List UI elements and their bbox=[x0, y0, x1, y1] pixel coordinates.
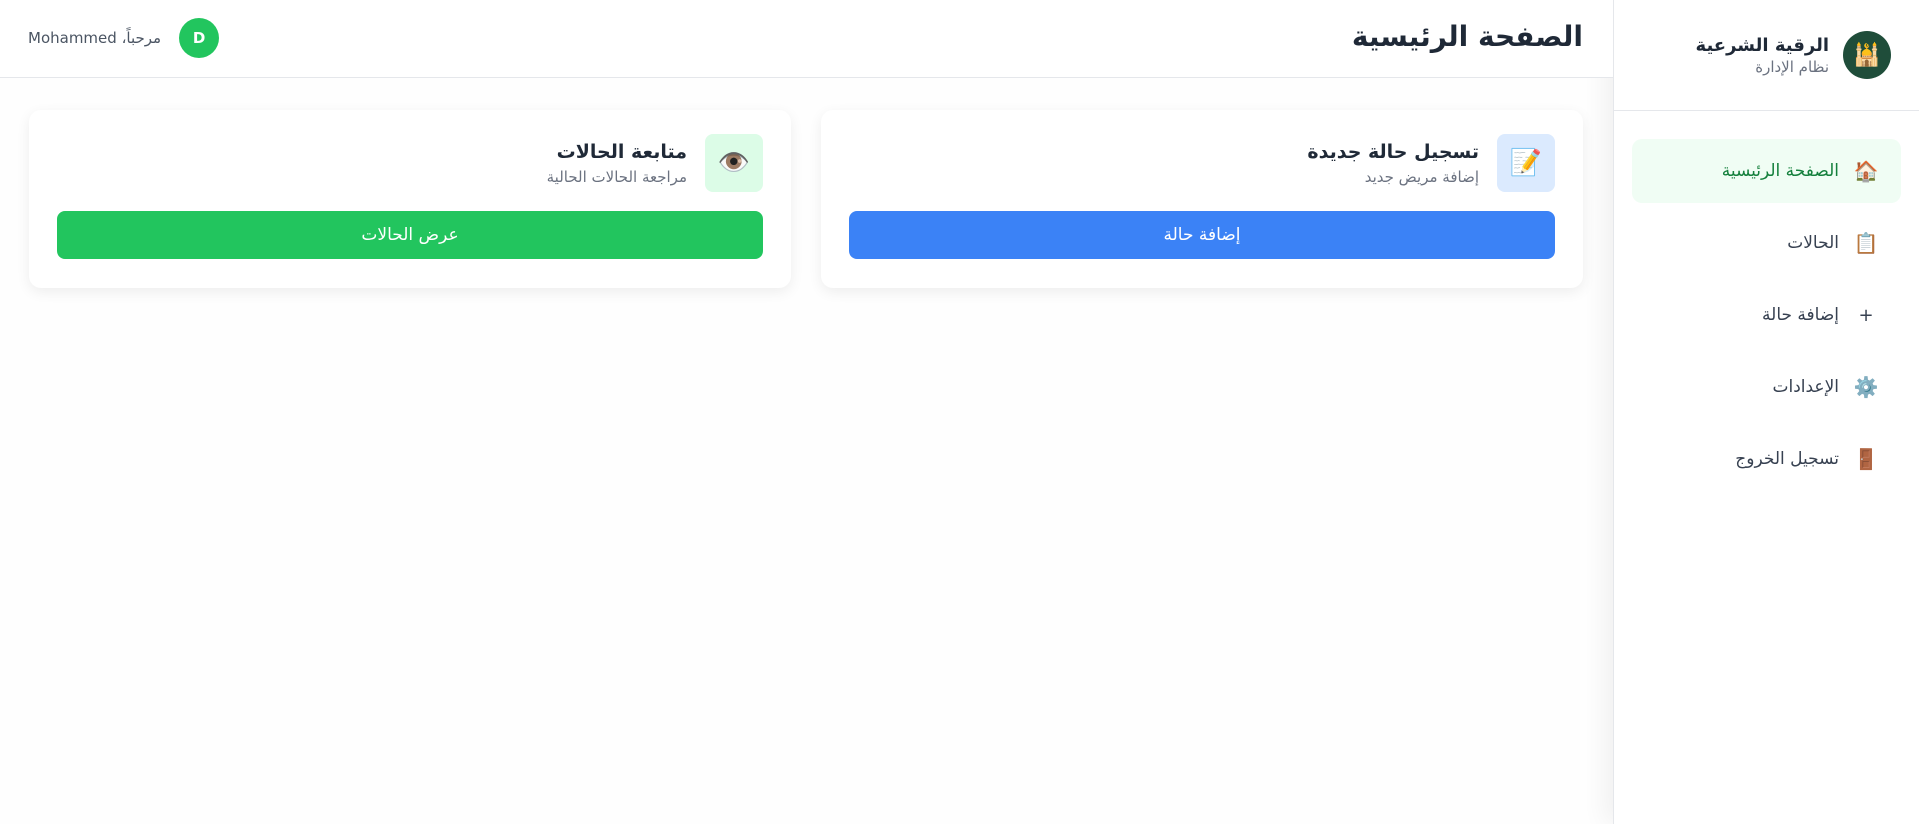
sidebar-item-label: الإعدادات bbox=[1772, 377, 1839, 397]
dashboard-cards: 📝 تسجيل حالة جديدة إضافة مريض جديد إضافة… bbox=[29, 110, 1583, 288]
memo-icon: 📝 bbox=[1497, 134, 1555, 192]
track-cases-card: 👁️ متابعة الحالات مراجعة الحالات الحالية… bbox=[29, 110, 791, 288]
sidebar-item-cases[interactable]: 📋 الحالات bbox=[1632, 211, 1901, 275]
page-title: الصفحة الرئيسية bbox=[1351, 20, 1583, 53]
sidebar: 🕌 الرقية الشرعية نظام الإدارة 🏠 الصفحة ا… bbox=[1613, 0, 1919, 824]
sidebar-item-label: إضافة حالة bbox=[1762, 305, 1839, 325]
user-area[interactable]: مرحباً، Mohammed D bbox=[28, 18, 220, 58]
sidebar-item-label: الحالات bbox=[1787, 233, 1839, 253]
clipboard-icon: 📋 bbox=[1853, 231, 1879, 255]
card-title: متابعة الحالات bbox=[556, 140, 687, 163]
avatar[interactable]: D bbox=[179, 18, 220, 58]
brand: 🕌 الرقية الشرعية نظام الإدارة bbox=[1614, 0, 1919, 111]
eye-icon: 👁️ bbox=[705, 134, 763, 192]
card-subtitle: مراجعة الحالات الحالية bbox=[546, 167, 687, 186]
brand-title: الرقية الشرعية bbox=[1695, 34, 1829, 56]
sidebar-item-settings[interactable]: ⚙️ الإعدادات bbox=[1632, 355, 1901, 419]
view-cases-button[interactable]: عرض الحالات bbox=[57, 211, 763, 259]
card-title: تسجيل حالة جديدة bbox=[1307, 140, 1479, 163]
new-case-card: 📝 تسجيل حالة جديدة إضافة مريض جديد إضافة… bbox=[821, 110, 1583, 288]
sidebar-item-home[interactable]: 🏠 الصفحة الرئيسية bbox=[1632, 139, 1901, 203]
card-text: متابعة الحالات مراجعة الحالات الحالية bbox=[547, 141, 687, 186]
sidebar-nav: 🏠 الصفحة الرئيسية 📋 الحالات + إضافة حالة… bbox=[1614, 111, 1919, 491]
home-icon: 🏠 bbox=[1853, 159, 1879, 183]
sidebar-item-label: الصفحة الرئيسية bbox=[1721, 161, 1839, 181]
card-header: 👁️ متابعة الحالات مراجعة الحالات الحالية bbox=[57, 134, 763, 192]
sidebar-item-logout[interactable]: 🚪 تسجيل الخروج bbox=[1632, 427, 1901, 491]
brand-text: الرقية الشرعية نظام الإدارة bbox=[1696, 35, 1829, 76]
sidebar-item-add-case[interactable]: + إضافة حالة bbox=[1632, 283, 1901, 347]
greeting-text: مرحباً، Mohammed bbox=[28, 29, 162, 47]
sidebar-item-label: تسجيل الخروج bbox=[1735, 449, 1839, 469]
door-icon: 🚪 bbox=[1853, 447, 1879, 471]
brand-subtitle: نظام الإدارة bbox=[1755, 57, 1829, 76]
card-header: 📝 تسجيل حالة جديدة إضافة مريض جديد bbox=[849, 134, 1555, 192]
card-subtitle: إضافة مريض جديد bbox=[1364, 167, 1479, 186]
gear-icon: ⚙️ bbox=[1853, 375, 1879, 399]
mosque-logo-icon: 🕌 bbox=[1843, 31, 1891, 79]
add-case-button[interactable]: إضافة حالة bbox=[849, 211, 1555, 259]
top-header: الصفحة الرئيسية مرحباً، Mohammed D bbox=[0, 0, 1613, 78]
plus-icon: + bbox=[1858, 304, 1874, 326]
card-text: تسجيل حالة جديدة إضافة مريض جديد bbox=[1307, 141, 1479, 186]
